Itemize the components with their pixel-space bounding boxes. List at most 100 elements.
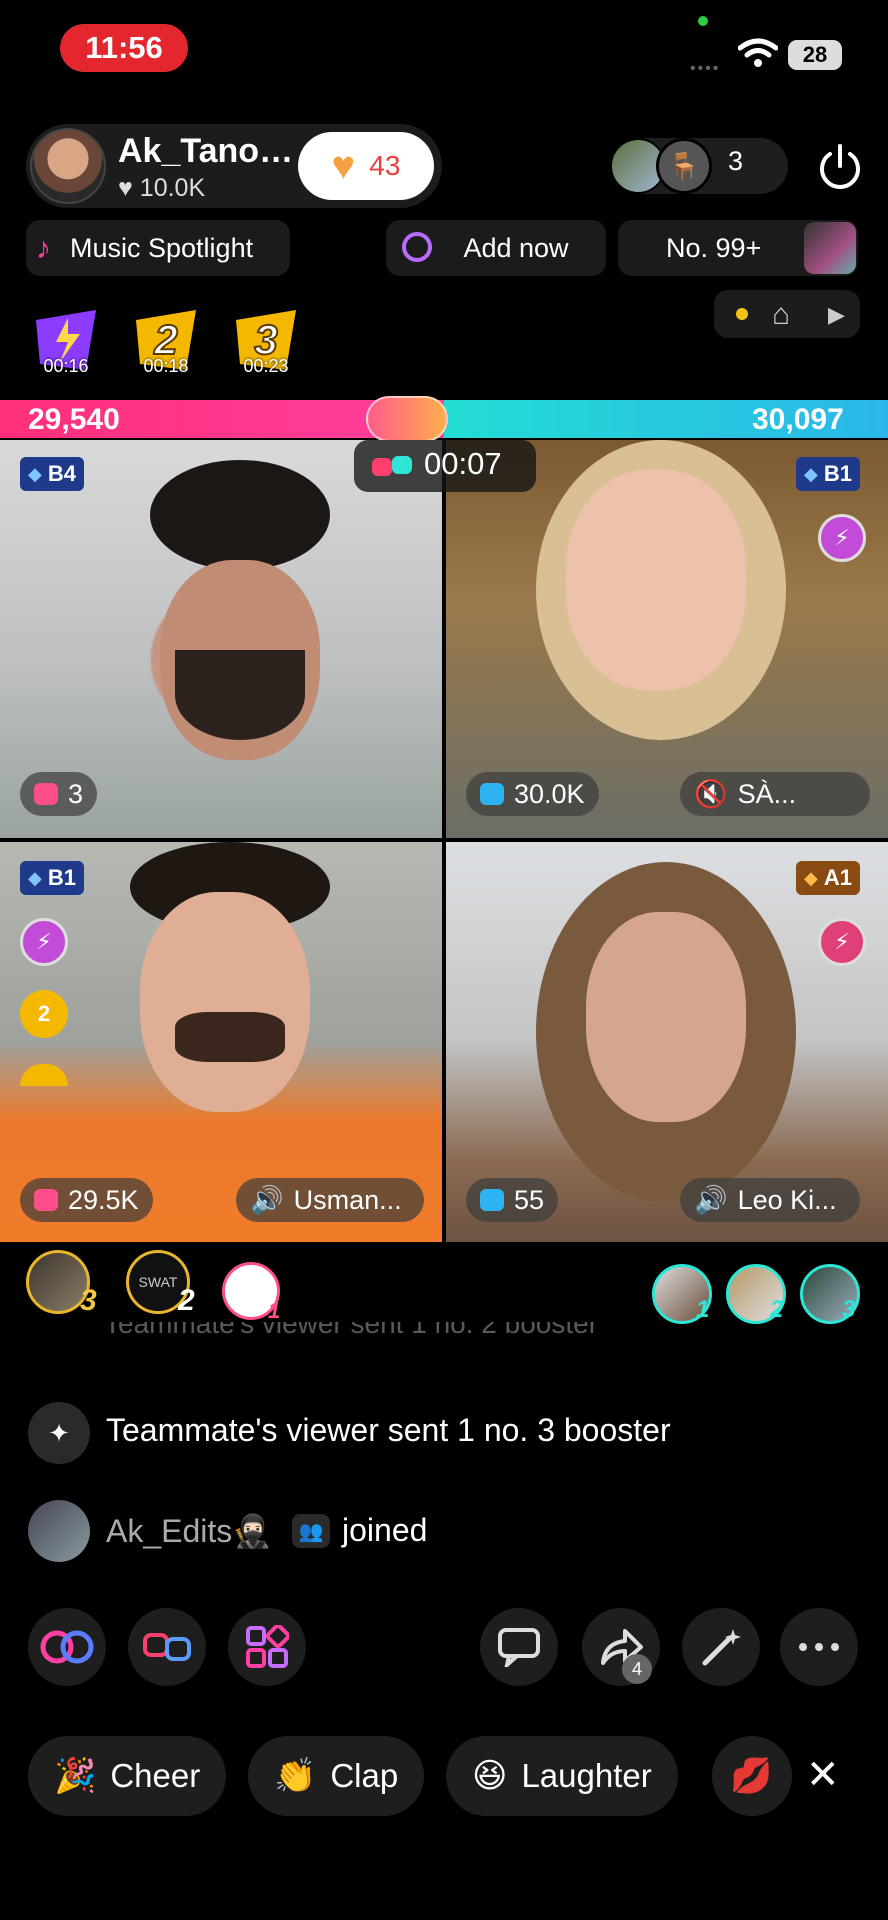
diamond-icon: ◆	[804, 463, 818, 484]
diamond-icon: ◆	[28, 867, 42, 888]
speaker-icon: 🔊	[694, 1185, 728, 1215]
supporter-rank: 2	[770, 1296, 784, 1323]
chat-message-faded: Teammate's viewer sent 1 no. 2 booster	[26, 1322, 786, 1352]
score-right-value: 30,097	[752, 403, 844, 436]
tile-2-name[interactable]: 🔇 SÀ...	[680, 772, 870, 816]
follow-heart-button[interactable]: ♥ 43	[298, 132, 434, 200]
share-count-badge: 4	[622, 1654, 652, 1684]
laughing-face-icon: 😆	[472, 1757, 508, 1795]
tile-2-badge-label: B1	[823, 461, 852, 486]
rank-thumbnail	[804, 222, 856, 274]
gift-icon	[34, 1189, 58, 1211]
gift-icon	[34, 783, 58, 805]
diamond-icon: ◆	[804, 867, 818, 888]
booster-lightning-icon: ⚡	[818, 918, 866, 966]
booster-lightning-icon: ⚡	[818, 514, 866, 562]
tile-3-name[interactable]: 🔊 Usman...	[236, 1178, 424, 1222]
home-icon[interactable]: ⌂	[772, 298, 790, 332]
clap-label: Clap	[330, 1757, 399, 1794]
heart-icon: ♥	[331, 143, 356, 188]
host-avatar[interactable]	[30, 128, 106, 204]
music-spotlight-button[interactable]: Music Spotlight	[26, 220, 290, 276]
tile-2-badge: ◆ B1	[796, 457, 860, 491]
booster-card-icon: ✦	[28, 1402, 90, 1464]
supporter-rank: 2	[178, 1284, 195, 1317]
wifi-icon	[738, 38, 778, 67]
tile-3-stat: 29.5K	[20, 1178, 153, 1222]
user-join-icon: 👥	[292, 1514, 330, 1548]
booster-timer: 00:16	[43, 356, 89, 376]
tile-4-stat: 55	[466, 1178, 559, 1222]
tile-3-badge-label: B1	[47, 865, 76, 890]
link-icon[interactable]	[28, 1608, 106, 1686]
tile-3-stat-value: 29.5K	[68, 1184, 139, 1215]
host-likes-count: 10.0K	[139, 174, 206, 202]
tile-4-stat-value: 55	[514, 1184, 545, 1215]
kiss-reaction-button[interactable]: 💋	[712, 1736, 792, 1816]
booster-timer: 00:23	[243, 356, 289, 376]
tile-4-badge: ◆ A1	[796, 861, 860, 895]
cheer-button[interactable]: 🎉 Cheer	[28, 1736, 227, 1816]
battle-gloves-icon	[372, 456, 412, 476]
magic-wand-icon[interactable]	[682, 1608, 760, 1686]
tile-2-stat: 30.0K	[466, 772, 599, 816]
status-time: 11:56	[60, 24, 188, 72]
target-icon	[402, 232, 432, 262]
follow-count: 43	[369, 150, 401, 181]
add-now-label: Add now	[463, 232, 569, 263]
laughter-button[interactable]: 😆 Laughter	[446, 1736, 678, 1816]
signal-icon: ••••	[690, 60, 721, 77]
status-dot-icon	[736, 308, 748, 320]
booster-2[interactable]: 2 00:18	[126, 300, 206, 385]
gift-icon	[480, 1189, 504, 1211]
cheer-label: Cheer	[110, 1757, 201, 1794]
chat-message: Teammate's viewer sent 1 no. 3 booster	[106, 1412, 671, 1448]
score-left-value: 29,540	[28, 403, 120, 436]
tile-4-badge-label: A1	[823, 865, 852, 890]
laughter-label: Laughter	[521, 1757, 652, 1794]
tile-1-stat-value: 3	[68, 778, 84, 809]
tile-1-badge-label: B4	[47, 461, 76, 486]
music-note-icon: ♪	[36, 232, 51, 265]
clap-button[interactable]: 👏 Clap	[248, 1736, 425, 1816]
booster-3[interactable]: 3 00:23	[226, 300, 306, 385]
camera-indicator-dot	[698, 16, 708, 26]
tile-1-badge: ◆ B4	[20, 457, 84, 491]
power-icon[interactable]	[812, 138, 868, 194]
chat-user-avatar[interactable]	[28, 1500, 90, 1562]
speaker-icon: 🔊	[250, 1185, 284, 1215]
supporter-rank: 3	[80, 1284, 97, 1317]
diamond-icon: ◆	[28, 463, 42, 484]
chat-username[interactable]: Ak_Edits🥷🏻	[106, 1512, 272, 1550]
lips-icon: 💋	[730, 1757, 773, 1795]
heart-icon: ♥	[118, 174, 133, 202]
tile-3-badge: ◆ B1	[20, 861, 84, 895]
play-arrow-icon[interactable]: ▶	[828, 302, 845, 328]
tile-1-stat: 3	[20, 772, 98, 816]
clap-icon: 👏	[274, 1757, 317, 1795]
tile-2-stat-value: 30.0K	[514, 778, 585, 809]
booster-lightning-icon: ⚡	[20, 918, 68, 966]
host-name: Ak_Tano…	[118, 132, 294, 170]
mute-icon: 🔇	[694, 779, 728, 809]
viewer-avatar[interactable]: 🪑	[656, 138, 712, 194]
booster-1[interactable]: 00:16	[26, 300, 106, 385]
close-reactions-button[interactable]: ✕	[806, 1752, 840, 1798]
chat-join-text: joined	[342, 1512, 428, 1548]
more-options-icon[interactable]	[780, 1608, 858, 1686]
battle-gloves-icon[interactable]	[128, 1608, 206, 1686]
music-spotlight-label: Music Spotlight	[70, 232, 254, 263]
chat-message-faded-text: Teammate's viewer sent 1 no. 2 booster	[104, 1322, 599, 1339]
supporter-rank: 1	[268, 1298, 281, 1323]
apps-grid-icon[interactable]	[228, 1608, 306, 1686]
gift-icon	[480, 783, 504, 805]
booster-timer: 00:18	[143, 356, 189, 376]
comment-icon[interactable]	[480, 1608, 558, 1686]
booster-two-icon: 2	[20, 990, 68, 1038]
score-divider-icon	[366, 396, 448, 442]
battery-indicator: 28	[788, 40, 842, 70]
rank-label: No. 99+	[666, 232, 762, 263]
supporter-rank: 3	[842, 1296, 856, 1323]
tile-4-name[interactable]: 🔊 Leo Ki...	[680, 1178, 860, 1222]
battle-timer: 00:07	[424, 446, 502, 481]
